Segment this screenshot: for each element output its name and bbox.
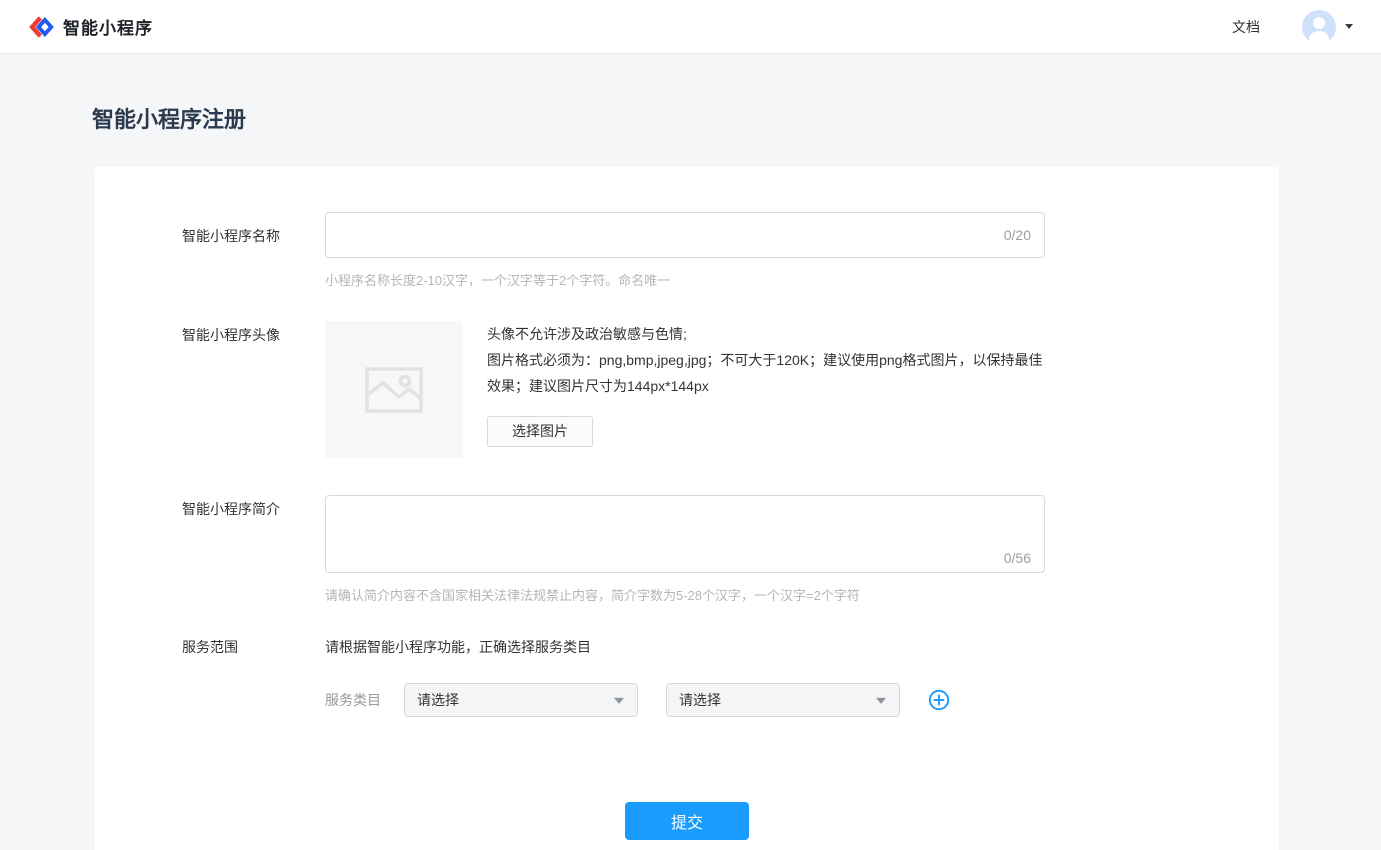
add-category-button[interactable] [928,689,950,711]
plus-circle-icon [928,689,950,711]
name-input[interactable] [325,212,1045,258]
image-placeholder-icon [365,367,423,413]
avatar-upload-preview[interactable] [325,321,462,458]
scope-instruction: 请根据智能小程序功能，正确选择服务类目 [325,633,950,657]
intro-textarea[interactable] [325,495,1045,573]
avatar-head-shape [1313,17,1325,29]
choose-image-button[interactable]: 选择图片 [487,416,593,447]
avatar-body-shape [1309,31,1329,44]
category-select-1-value: 请选择 [417,690,459,710]
name-content: 0/20 小程序名称长度2-10汉字，一个汉字等于2个字符。命名唯一 [325,212,1045,289]
avatar-rule-line2: 图片格式必须为：png,bmp,jpeg,jpg；不可大于120K；建议使用pn… [487,347,1047,399]
avatar-row: 智能小程序头像 头像不允许涉及政治敏感与色情; 图片格式必须为：png,bmp,… [182,321,1279,458]
name-hint: 小程序名称长度2-10汉字，一个汉字等于2个字符。命名唯一 [325,270,1045,289]
header-right: 文档 [1232,10,1353,44]
user-menu[interactable] [1302,10,1353,44]
select-caret-icon [876,698,886,704]
intro-content: 0/56 请确认简介内容不含国家相关法律法规禁止内容，简介字数为5-28个汉字，… [325,495,1045,604]
select-caret-icon [614,698,624,704]
intro-char-counter: 0/56 [1004,550,1031,566]
category-label: 服务类目 [325,690,381,710]
page-title: 智能小程序注册 [92,102,1381,134]
intro-hint: 请确认简介内容不含国家相关法律法规禁止内容，简介字数为5-28个汉字，一个汉字=… [325,585,1045,604]
top-header: 智能小程序 文档 [0,0,1381,54]
name-input-wrap: 0/20 [325,212,1045,258]
name-label: 智能小程序名称 [182,212,325,289]
brand-title: 智能小程序 [63,14,153,39]
avatar-description-col: 头像不允许涉及政治敏感与色情; 图片格式必须为：png,bmp,jpeg,jpg… [487,321,1047,458]
avatar-rule-line1: 头像不允许涉及政治敏感与色情; [487,321,1047,347]
category-select-2[interactable]: 请选择 [666,683,900,717]
registration-form-card: 智能小程序名称 0/20 小程序名称长度2-10汉字，一个汉字等于2个字符。命名… [95,167,1279,850]
intro-textarea-wrap: 0/56 [325,495,1045,573]
name-char-counter: 0/20 [1004,227,1031,243]
brand-logo[interactable]: 智能小程序 [28,14,153,40]
scope-row: 服务范围 请根据智能小程序功能，正确选择服务类目 服务类目 请选择 请选择 [182,633,1279,717]
category-row: 服务类目 请选择 请选择 [325,683,950,717]
category-select-1[interactable]: 请选择 [404,683,638,717]
doc-link[interactable]: 文档 [1232,17,1260,37]
avatar-label: 智能小程序头像 [182,321,325,458]
name-row: 智能小程序名称 0/20 小程序名称长度2-10汉字，一个汉字等于2个字符。命名… [182,212,1279,289]
intro-row: 智能小程序简介 0/56 请确认简介内容不含国家相关法律法规禁止内容，简介字数为… [182,495,1279,604]
intro-label: 智能小程序简介 [182,495,325,604]
smartapp-logo-icon [28,14,55,40]
category-select-2-value: 请选择 [679,690,721,710]
user-avatar[interactable] [1302,10,1336,44]
user-menu-caret-icon[interactable] [1345,24,1353,29]
main-area: 智能小程序注册 智能小程序名称 0/20 小程序名称长度2-10汉字，一个汉字等… [0,54,1381,850]
scope-content: 请根据智能小程序功能，正确选择服务类目 服务类目 请选择 请选择 [325,633,950,717]
avatar-content: 头像不允许涉及政治敏感与色情; 图片格式必须为：png,bmp,jpeg,jpg… [325,321,1225,458]
submit-button[interactable]: 提交 [625,802,749,840]
submit-row: 提交 [182,802,1192,840]
scope-label: 服务范围 [182,633,325,717]
